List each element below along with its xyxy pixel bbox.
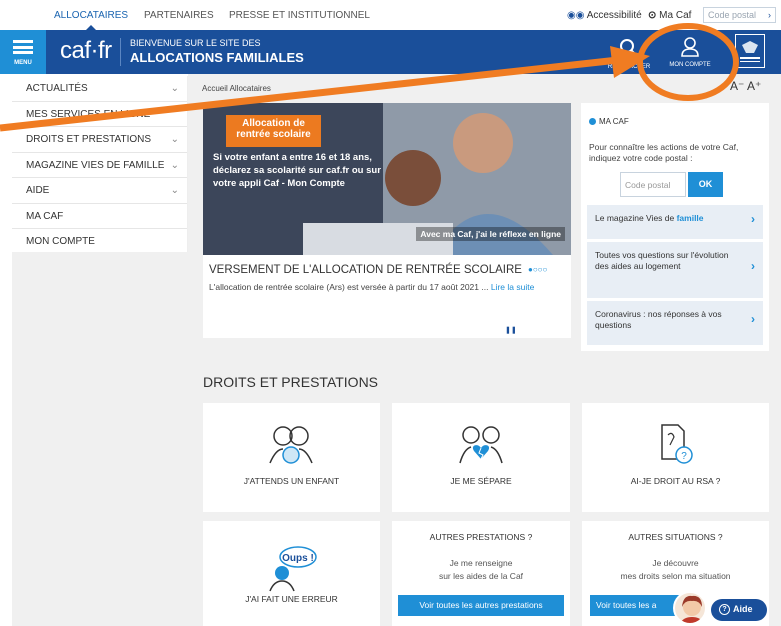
help-button[interactable]: ? Aide [711, 599, 767, 621]
chevron-down-icon: ⌄ [170, 83, 179, 94]
hero-text: Si votre enfant a entre 16 et 18 ans, dé… [213, 152, 381, 189]
pause-icon[interactable]: ❚❚ [505, 326, 517, 334]
card-separe[interactable]: JE ME SÉPARE [392, 403, 570, 512]
chevron-down-icon: ⌄ [170, 159, 179, 171]
postal-code-top-input[interactable]: Code postal › [703, 7, 776, 23]
ok-button[interactable]: OK [688, 172, 723, 197]
news-block: VERSEMENT DE L'ALLOCATION DE RENTRÉE SCO… [203, 255, 571, 338]
hero-slogan: Avec ma Caf, j'ai le réflexe en ligne [416, 227, 565, 241]
document-question-icon: ? [661, 424, 693, 464]
site-header: MENU caf·fr BIENVENUE SUR LE SITE DES AL… [0, 30, 781, 74]
carousel-dots[interactable]: ●○○○ [528, 265, 547, 274]
my-account-button[interactable]: MON COMPTE [658, 34, 722, 70]
read-more-link[interactable]: Lire la suite [491, 282, 534, 292]
nav-partenaires[interactable]: PARTENAIRES [144, 10, 214, 21]
sidebar-item-actualites[interactable]: ACTUALITÉS ⌄ [12, 76, 187, 102]
hero-banner[interactable]: Allocation de rentrée scolaire Si votre … [203, 103, 571, 255]
sidebar-item-aide[interactable]: AIDE ⌄ [12, 178, 187, 204]
chevron-right-icon: › [768, 10, 771, 20]
caf-logo[interactable]: caf·fr [60, 37, 112, 65]
sidebar-item-ma-caf[interactable]: MA CAF [12, 204, 187, 229]
accessibility-link[interactable]: ◉◉ Accessibilité [567, 10, 642, 21]
news-title[interactable]: VERSEMENT DE L'ALLOCATION DE RENTRÉE SCO… [209, 264, 522, 276]
link-coronavirus[interactable]: Coronavirus : nos réponses à vos questio… [587, 301, 763, 345]
see-all-prestations-button[interactable]: Voir toutes les autres prestations [398, 595, 564, 616]
sidebar-item-droits[interactable]: DROITS ET PRESTATIONS ⌄ [12, 127, 187, 153]
chevron-right-icon: › [751, 312, 755, 326]
card-enfant[interactable]: J'ATTENDS UN ENFANT [203, 403, 380, 512]
chevron-down-icon: ⌄ [170, 185, 179, 196]
pin-icon [589, 118, 596, 125]
divider [120, 38, 121, 66]
ma-caf-heading: MA CAF [589, 117, 629, 126]
sidebar-item-services[interactable]: MES SERVICES EN LIGNE [12, 102, 187, 127]
question-icon: ? [719, 604, 730, 615]
nav-presse[interactable]: PRESSE ET INSTITUTIONNEL [229, 10, 370, 21]
postal-code-input[interactable]: Code postal [620, 172, 686, 197]
marianne-icon [740, 41, 760, 62]
chevron-right-icon: › [751, 212, 755, 226]
couple-icon [269, 426, 313, 464]
menu-button[interactable]: MENU [0, 30, 46, 74]
pin-icon: ⊙ [648, 10, 657, 21]
user-icon [681, 37, 699, 57]
link-magazine[interactable]: Le magazine Vies de famille › [587, 205, 763, 239]
ma-caf-text: Pour connaître les actions de votre Caf,… [589, 142, 739, 163]
sidebar-item-mon-compte[interactable]: MON COMPTE [12, 229, 187, 255]
card-rsa[interactable]: ? AI-JE DROIT AU RSA ? [582, 403, 769, 512]
ma-caf-box: MA CAF Pour connaître les actions de vot… [587, 109, 763, 205]
oups-icon: Oups ! [269, 546, 317, 592]
tagline-line-1: BIENVENUE SUR LE SITE DES [130, 38, 261, 48]
assistant-avatar[interactable] [673, 591, 707, 625]
hamburger-icon [13, 40, 33, 54]
broken-heart-icon [459, 426, 503, 464]
marianne-logo [735, 34, 765, 68]
sidebar-background [12, 252, 188, 626]
card-autres-prestations: AUTRES PRESTATIONS ? Je me renseigne sur… [392, 521, 570, 626]
sidebar-menu: ACTUALITÉS ⌄ MES SERVICES EN LIGNE DROITS… [12, 76, 188, 252]
search-icon [620, 39, 638, 57]
tagline-line-2: ALLOCATIONS FAMILIALES [130, 50, 304, 65]
font-size-controls[interactable]: A⁻ A⁺ [730, 79, 761, 93]
section-title: DROITS ET PRESTATIONS [203, 374, 379, 390]
chevron-down-icon: ⌄ [170, 134, 179, 145]
hero-tag: Allocation de rentrée scolaire [226, 115, 321, 147]
link-logement[interactable]: Toutes vos questions sur l'évolution des… [587, 242, 763, 298]
svg-text:?: ? [681, 451, 687, 462]
top-nav: ALLOCATAIRES PARTENAIRES PRESSE ET INSTI… [0, 0, 781, 30]
nav-allocataires[interactable]: ALLOCATAIRES [54, 10, 128, 30]
breadcrumb[interactable]: Accueil Allocataires [202, 84, 271, 93]
sidebar-item-magazine[interactable]: MAGAZINE VIES DE FAMILLE ⌄ [12, 153, 187, 178]
news-description: L'allocation de rentrée scolaire (Ars) e… [209, 282, 535, 292]
card-erreur[interactable]: Oups ! J'AI FAIT UNE ERREUR [203, 521, 380, 626]
search-button[interactable]: RECHERCHER [604, 36, 654, 70]
oups-label: Oups ! [282, 553, 314, 564]
chevron-right-icon: › [751, 259, 755, 273]
eye-icon: ◉◉ [567, 10, 585, 21]
right-panel: MA CAF Pour connaître les actions de vot… [581, 103, 769, 351]
ma-caf-top-link[interactable]: ⊙ Ma Caf [648, 10, 691, 21]
